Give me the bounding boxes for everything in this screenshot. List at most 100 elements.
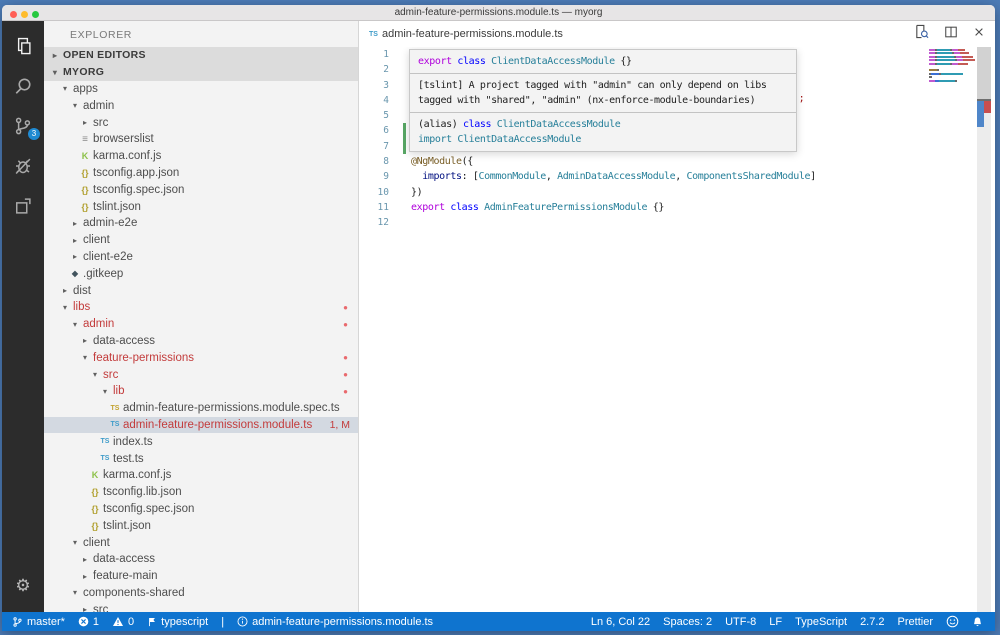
tree-item-data-access[interactable]: ▸data-access <box>44 551 358 568</box>
section-myorg[interactable]: ▾MYORG <box>44 64 358 81</box>
chevron-expanded-icon: ▾ <box>88 370 102 379</box>
tree-item-karma-conf-js[interactable]: Kkarma.conf.js <box>44 467 358 484</box>
close-editor-button[interactable] <box>973 25 985 43</box>
activity-explorer[interactable] <box>2 31 44 61</box>
code-editor[interactable]: 123456import { ClientDataAccessModule } … <box>359 47 995 612</box>
status-warnings[interactable]: 0 <box>112 616 134 628</box>
file-magnifier-icon <box>914 24 929 39</box>
line-number: 6 <box>359 123 401 138</box>
status-ts-version[interactable]: 2.7.2 <box>860 616 884 628</box>
tree-item-tsconfig-lib-json[interactable]: {}tsconfig.lib.json <box>44 484 358 501</box>
tree-item-label: admin <box>82 318 114 330</box>
status-tslint[interactable]: typescript <box>147 616 208 628</box>
modified-dot-badge: ● <box>343 303 348 312</box>
tab-bar: TS admin-feature-permissions.module.ts <box>359 21 995 47</box>
tree-item-lib[interactable]: ▾lib● <box>44 383 358 400</box>
status-cursor-position[interactable]: Ln 6, Col 22 <box>591 616 650 628</box>
overview-ruler[interactable] <box>977 47 991 612</box>
tab-admin-feature-permissions[interactable]: TS admin-feature-permissions.module.ts <box>359 21 573 47</box>
status-notifications[interactable] <box>972 616 983 628</box>
tree-item-browserslist[interactable]: ≡browserslist <box>44 131 358 148</box>
tree-item-apps[interactable]: ▾apps <box>44 81 358 98</box>
section-open-editors[interactable]: ▸OPEN EDITORS <box>44 47 358 64</box>
desktop: { "colors": { "desktop": "#4d7cb8", "sta… <box>0 0 1000 635</box>
tree-item-tslint-json[interactable]: {}tslint.json <box>44 517 358 534</box>
tree-item-dist[interactable]: ▸dist <box>44 282 358 299</box>
title-bar: admin-feature-permissions.module.ts — my… <box>2 5 995 21</box>
tree-item-client[interactable]: ▸client <box>44 232 358 249</box>
tree-item-tsconfig-spec-json[interactable]: {}tsconfig.spec.json <box>44 501 358 518</box>
tree-item-label: tslint.json <box>102 520 151 532</box>
status-language-mode[interactable]: TypeScript <box>795 616 847 628</box>
tree-item-components-shared[interactable]: ▾components-shared <box>44 585 358 602</box>
status-formatter[interactable]: Prettier <box>898 616 933 628</box>
search-icon <box>13 76 33 96</box>
minimap-row <box>929 66 975 68</box>
tree-item-src[interactable]: ▾src● <box>44 366 358 383</box>
code-line-8[interactable]: 8@NgModule({ <box>359 154 995 169</box>
status-eol[interactable]: LF <box>769 616 782 628</box>
status-label: | <box>221 616 224 628</box>
minimap[interactable] <box>929 49 975 83</box>
tree-item-index-ts[interactable]: TSindex.ts <box>44 433 358 450</box>
tree-item-src[interactable]: ▸src <box>44 114 358 131</box>
split-editor-button[interactable] <box>944 25 958 44</box>
line-number: 1 <box>359 47 401 62</box>
tree-item-admin-feature-permissions-module-ts[interactable]: TSadmin-feature-permissions.module.ts1, … <box>44 417 358 434</box>
tree-item-client[interactable]: ▾client <box>44 534 358 551</box>
error-circle-icon <box>78 616 89 627</box>
activity-source-control[interactable]: 3 <box>2 111 44 141</box>
scrollbar-slider[interactable] <box>977 47 991 99</box>
line-number: 3 <box>359 78 401 93</box>
tree-item-tsconfig-app-json[interactable]: {}tsconfig.app.json <box>44 165 358 182</box>
activity-extensions[interactable] <box>2 191 44 221</box>
tree-item-admin[interactable]: ▾admin <box>44 97 358 114</box>
tree-item-karma-conf-js[interactable]: Kkarma.conf.js <box>44 148 358 165</box>
status-indentation[interactable]: Spaces: 2 <box>663 616 712 628</box>
line-number: 7 <box>359 139 401 154</box>
editor-actions <box>914 21 985 47</box>
code-line-12[interactable]: 12 <box>359 215 995 230</box>
line-number: 5 <box>359 108 401 123</box>
activity-debug[interactable] <box>2 151 44 181</box>
tree-item-label: apps <box>72 83 98 95</box>
tree-item-label: libs <box>72 301 90 313</box>
status-git-branch[interactable]: master* <box>12 616 65 628</box>
tree-item-src[interactable]: ▸src <box>44 601 358 612</box>
tree-item-gitkeep[interactable]: ◆.gitkeep <box>44 265 358 282</box>
modified-dot-badge: ● <box>343 370 348 379</box>
tree-item-label: browserslist <box>92 133 154 145</box>
tree-item-data-access[interactable]: ▸data-access <box>44 333 358 350</box>
tree-item-tsconfig-spec-json[interactable]: {}tsconfig.spec.json <box>44 181 358 198</box>
tree-item-libs[interactable]: ▾libs● <box>44 299 358 316</box>
status-encoding[interactable]: UTF-8 <box>725 616 756 628</box>
ruler-mark-error <box>984 101 991 113</box>
tree-item-tslint-json[interactable]: {}tslint.json <box>44 198 358 215</box>
chevron-expanded-icon: ▾ <box>58 84 72 93</box>
tree-item-client-e2e[interactable]: ▸client-e2e <box>44 249 358 266</box>
code-line-9[interactable]: 9 imports: [CommonModule, AdminDataAcces… <box>359 169 995 184</box>
tree-item-admin-e2e[interactable]: ▸admin-e2e <box>44 215 358 232</box>
status-active-file[interactable]: admin-feature-permissions.module.ts <box>237 616 433 628</box>
tree-item-label: components-shared <box>82 587 185 599</box>
window-title: admin-feature-permissions.module.ts — my… <box>2 7 995 18</box>
open-changes-button[interactable] <box>914 24 929 44</box>
tree-item-admin-feature-permissions-module-spec-ts[interactable]: TSadmin-feature-permissions.module.spec.… <box>44 400 358 417</box>
code-text: }) <box>411 185 422 200</box>
status-feedback[interactable] <box>946 615 959 628</box>
minimap-row <box>929 63 975 65</box>
tree-item-label: test.ts <box>112 453 144 465</box>
chevron-collapsed-icon: ▸ <box>68 236 82 245</box>
tree-item-admin[interactable]: ▾admin● <box>44 316 358 333</box>
activity-search[interactable] <box>2 71 44 101</box>
code-line-11[interactable]: 11 export class AdminFeaturePermissionsMo… <box>359 200 995 215</box>
tree-item-label: data-access <box>92 553 155 565</box>
tree-item-feature-main[interactable]: ▸feature-main <box>44 568 358 585</box>
settings-gear-icon[interactable]: ⚙ <box>2 576 44 596</box>
code-text: export class AdminFeaturePermissionsModu… <box>411 200 664 215</box>
line-number: 11 <box>359 200 401 215</box>
tree-item-test-ts[interactable]: TStest.ts <box>44 450 358 467</box>
status-errors[interactable]: 1 <box>78 616 99 628</box>
tree-item-feature-permissions[interactable]: ▾feature-permissions● <box>44 349 358 366</box>
code-line-10[interactable]: 10}) <box>359 185 995 200</box>
